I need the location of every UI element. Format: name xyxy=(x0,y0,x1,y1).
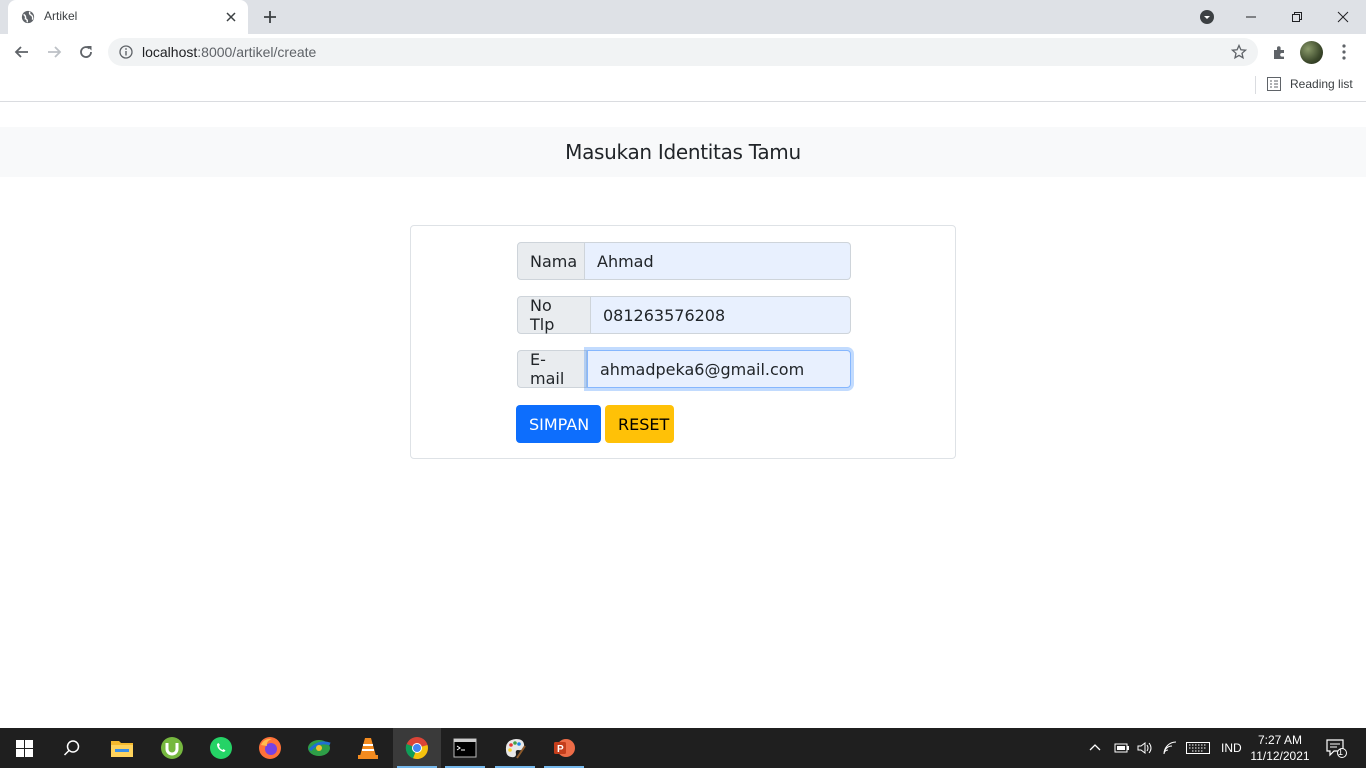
firefox-icon xyxy=(259,737,281,759)
email-label: E-mail xyxy=(517,350,587,388)
taskbar-powerpoint[interactable]: P xyxy=(540,728,588,768)
extensions-icon[interactable] xyxy=(1271,44,1288,61)
wifi-icon[interactable] xyxy=(1162,741,1178,755)
globe-icon xyxy=(21,10,35,24)
taskbar-firefox[interactable] xyxy=(246,728,294,768)
browser-toolbar: localhost:8000/artikel/create xyxy=(0,34,1366,70)
language-indicator[interactable]: IND xyxy=(1221,741,1242,755)
email-input[interactable] xyxy=(587,350,851,388)
keyboard-icon[interactable] xyxy=(1186,741,1210,755)
terminal-icon xyxy=(453,738,477,758)
idm-icon xyxy=(308,740,331,756)
nama-label: Nama xyxy=(517,242,585,280)
close-icon[interactable] xyxy=(223,9,239,25)
url-host: localhost xyxy=(142,44,198,60)
tlp-label: No Tlp xyxy=(517,296,591,334)
email-input-group: E-mail xyxy=(517,350,851,388)
bookmarks-bar: Reading list xyxy=(0,70,1366,102)
tlp-input-group: No Tlp xyxy=(517,296,851,334)
site-info-icon[interactable] xyxy=(119,45,133,59)
start-icon xyxy=(15,739,33,757)
minimize-button[interactable] xyxy=(1228,0,1274,34)
bookmarks-separator xyxy=(1255,76,1256,94)
utorrent-icon xyxy=(161,737,183,759)
search-icon xyxy=(63,740,80,756)
chrome-icon xyxy=(405,737,428,760)
taskbar-paint[interactable] xyxy=(491,728,539,768)
taskbar-idm[interactable] xyxy=(295,728,343,768)
taskbar-file-explorer[interactable] xyxy=(98,728,146,768)
volume-icon[interactable] xyxy=(1136,741,1154,755)
save-button[interactable]: SIMPAN xyxy=(516,405,601,443)
taskbar: P IND 7:27 AM 11/12/2021 1 xyxy=(0,728,1366,768)
powerpoint-icon: P xyxy=(554,739,575,757)
reading-list-icon xyxy=(1267,77,1281,91)
reading-list-button[interactable]: Reading list xyxy=(1267,77,1353,91)
clock-time: 7:27 AM xyxy=(1257,733,1303,747)
back-icon[interactable] xyxy=(12,42,32,62)
address-bar[interactable]: localhost:8000/artikel/create xyxy=(108,38,1258,66)
tab-search-icon[interactable] xyxy=(1199,9,1215,25)
new-tab-icon[interactable] xyxy=(261,8,279,26)
reading-list-label: Reading list xyxy=(1290,77,1353,91)
taskbar-terminal[interactable] xyxy=(441,728,489,768)
paint-icon xyxy=(505,739,526,759)
restore-button[interactable] xyxy=(1274,0,1320,34)
restore-icon xyxy=(1292,12,1302,22)
whatsapp-icon xyxy=(210,737,232,759)
minimize-icon xyxy=(1246,16,1256,18)
tab-strip: Artikel xyxy=(0,0,1366,34)
chevron-up-icon[interactable] xyxy=(1088,741,1102,755)
start-button[interactable] xyxy=(0,728,48,768)
guest-form-card: Nama No Tlp E-mail SIMPAN RESET xyxy=(410,225,956,459)
taskbar-search-button[interactable] xyxy=(48,728,96,768)
system-tray: IND xyxy=(1088,728,1242,768)
reset-button[interactable]: RESET xyxy=(605,405,674,443)
taskbar-chrome[interactable] xyxy=(393,728,441,768)
forward-icon[interactable] xyxy=(44,42,64,62)
url-text: localhost:8000/artikel/create xyxy=(142,44,316,60)
vlc-icon xyxy=(358,738,378,759)
page-header: Masukan Identitas Tamu xyxy=(0,127,1366,177)
notification-count: 1 xyxy=(1338,747,1344,757)
action-center-button[interactable]: 1 xyxy=(1316,728,1356,768)
clock[interactable]: 7:27 AM 11/12/2021 xyxy=(1248,732,1312,764)
svg-text:P: P xyxy=(557,744,564,755)
url-path: :8000/artikel/create xyxy=(197,44,317,60)
menu-kebab-icon[interactable] xyxy=(1337,43,1351,61)
notification-icon xyxy=(1326,739,1347,758)
taskbar-vlc[interactable] xyxy=(344,728,392,768)
taskbar-utorrent[interactable] xyxy=(148,728,196,768)
reload-icon[interactable] xyxy=(76,42,96,62)
file-explorer-icon xyxy=(111,741,133,757)
page-title: Masukan Identitas Tamu xyxy=(565,140,801,164)
tab-title: Artikel xyxy=(44,9,78,23)
close-window-button[interactable] xyxy=(1320,0,1366,34)
close-window-icon xyxy=(1337,11,1349,23)
taskbar-whatsapp[interactable] xyxy=(197,728,245,768)
nama-input-group: Nama xyxy=(517,242,851,280)
battery-icon[interactable] xyxy=(1114,741,1130,755)
clock-date: 11/12/2021 xyxy=(1250,749,1310,763)
tlp-input[interactable] xyxy=(591,296,851,334)
browser-tab[interactable]: Artikel xyxy=(8,0,248,34)
profile-avatar[interactable] xyxy=(1300,41,1323,64)
nama-input[interactable] xyxy=(585,242,851,280)
bookmark-star-icon[interactable] xyxy=(1231,44,1247,60)
